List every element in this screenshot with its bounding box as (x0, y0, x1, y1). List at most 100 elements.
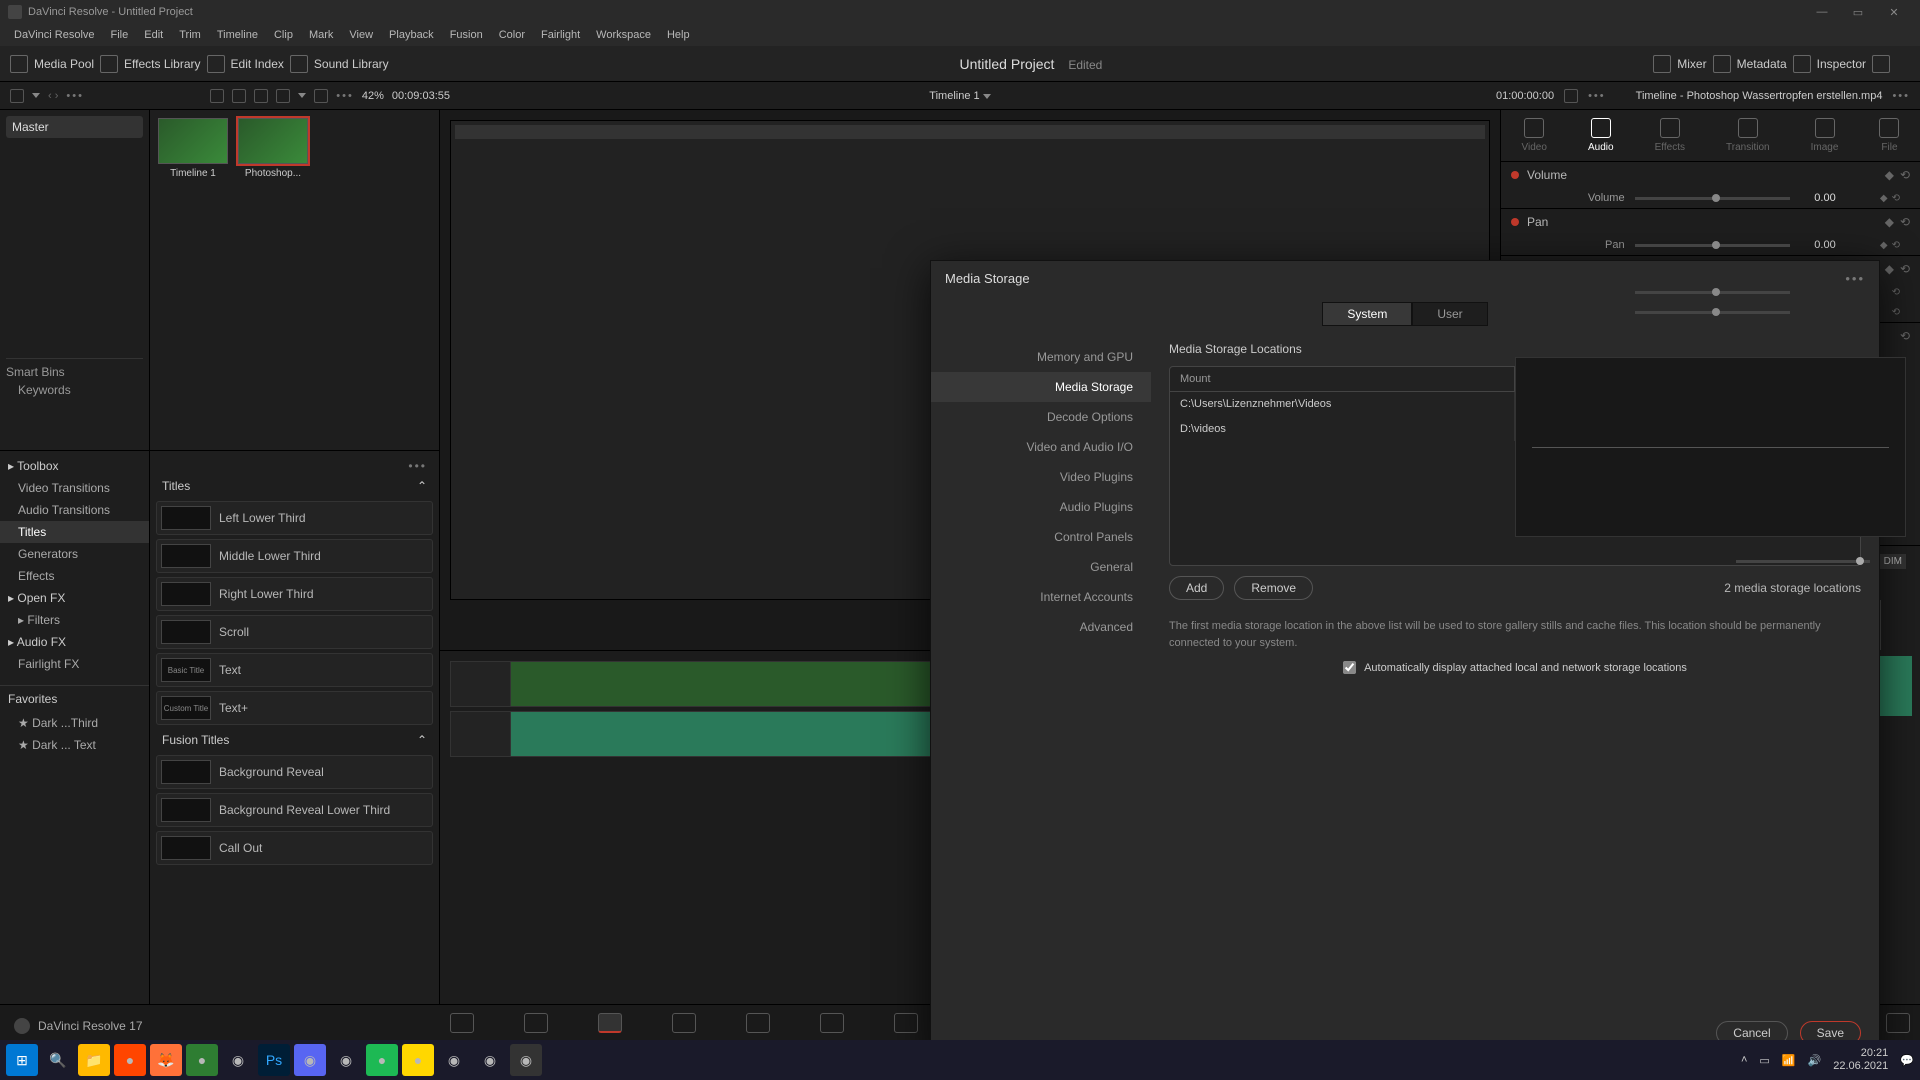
tab-user[interactable]: User (1412, 302, 1487, 326)
fusion-bg-reveal-lower[interactable]: Background Reveal Lower Third (156, 793, 433, 827)
clip-photoshop[interactable]: Photoshop... (238, 118, 308, 179)
cat-video-transitions[interactable]: Video Transitions (0, 477, 149, 499)
titles-section-head[interactable]: Titles⌃ (156, 475, 433, 497)
title-scroll[interactable]: Scroll (156, 615, 433, 649)
reset-icon[interactable]: ⟲ (1892, 307, 1900, 318)
title-text-plus[interactable]: Custom TitleText+ (156, 691, 433, 725)
inspector-toggle[interactable]: Inspector (1793, 55, 1866, 73)
page-deliver[interactable] (894, 1013, 918, 1033)
semitones-slider[interactable] (1635, 291, 1790, 294)
tray-volume-icon[interactable]: 🔊 (1808, 1054, 1822, 1067)
smart-bin-keywords[interactable]: Keywords (6, 379, 143, 401)
insp-tab-transition[interactable]: Transition (1726, 118, 1770, 153)
metadata-toggle[interactable]: Metadata (1713, 55, 1787, 73)
timeline-name[interactable]: Timeline 1 (929, 90, 979, 102)
taskbar-explorer[interactable]: 📁 (78, 1044, 110, 1076)
fx-more-icon[interactable]: ••• (408, 459, 427, 473)
fav-1[interactable]: ★ Dark ...Third (0, 712, 149, 734)
pan-slider[interactable] (1635, 244, 1790, 247)
taskbar-search[interactable]: 🔍 (42, 1044, 74, 1076)
reset-icon[interactable]: ⟲ (1900, 215, 1910, 229)
menu-color[interactable]: Color (491, 29, 533, 41)
page-media[interactable] (450, 1013, 474, 1033)
effects-library-toggle[interactable]: Effects Library (100, 55, 200, 73)
kf-icon[interactable]: ◆ (1880, 240, 1888, 251)
cat-toolbox[interactable]: ▸ Toolbox (0, 455, 149, 477)
fusion-call-out[interactable]: Call Out (156, 831, 433, 865)
insp-tab-image[interactable]: Image (1811, 118, 1839, 153)
keyframe-icon[interactable]: ◆ (1885, 262, 1894, 276)
side-video-plugins[interactable]: Video Plugins (931, 462, 1151, 492)
taskbar-discord[interactable]: ◉ (294, 1044, 326, 1076)
page-fusion[interactable] (672, 1013, 696, 1033)
taskbar-firefox[interactable]: 🦊 (150, 1044, 182, 1076)
menu-fairlight[interactable]: Fairlight (533, 29, 588, 41)
cat-filters[interactable]: ▸ Filters (0, 609, 149, 631)
taskbar-steam[interactable]: ◉ (330, 1044, 362, 1076)
side-control-panels[interactable]: Control Panels (931, 522, 1151, 552)
chevron-down-icon[interactable] (32, 93, 40, 98)
tray-chevron-icon[interactable]: ˄ (1741, 1054, 1747, 1066)
menu-file[interactable]: File (103, 29, 137, 41)
master-volume-slider[interactable] (1736, 560, 1870, 563)
edit-index-toggle[interactable]: Edit Index (207, 55, 284, 73)
search-icon[interactable] (276, 89, 290, 103)
taskbar-app4[interactable]: ● (402, 1044, 434, 1076)
close-button[interactable]: ✕ (1876, 6, 1912, 19)
dim-button[interactable]: DIM (1880, 554, 1906, 569)
auto-display-input[interactable] (1343, 661, 1356, 674)
keyframe-icon[interactable]: ◆ (1885, 168, 1894, 182)
side-media-storage[interactable]: Media Storage (931, 372, 1151, 402)
menu-fusion[interactable]: Fusion (442, 29, 491, 41)
add-button[interactable]: Add (1169, 576, 1224, 600)
side-memory-gpu[interactable]: Memory and GPU (931, 342, 1151, 372)
cat-audiofx[interactable]: ▸ Audio FX (0, 631, 149, 653)
side-audio-plugins[interactable]: Audio Plugins (931, 492, 1151, 522)
eq-graph[interactable] (1515, 357, 1906, 537)
cents-slider[interactable] (1635, 311, 1790, 314)
side-decode-options[interactable]: Decode Options (931, 402, 1151, 432)
expand-icon[interactable] (1872, 55, 1890, 73)
clip-timeline1[interactable]: Timeline 1 (158, 118, 228, 179)
insp-tab-effects[interactable]: Effects (1655, 118, 1685, 153)
insp-tab-audio[interactable]: Audio (1588, 118, 1614, 153)
keyframe-icon[interactable]: ◆ (1885, 215, 1894, 229)
thumb-view-icon[interactable] (210, 89, 224, 103)
cat-titles[interactable]: Titles (0, 521, 149, 543)
taskbar-app5[interactable]: ◉ (438, 1044, 470, 1076)
enable-dot[interactable] (1511, 218, 1519, 226)
timeline-chevron-icon[interactable] (983, 94, 991, 99)
reset-icon[interactable]: ⟲ (1892, 240, 1900, 251)
tray-notifications-icon[interactable]: 💬 (1900, 1054, 1914, 1067)
fusion-titles-head[interactable]: Fusion Titles⌃ (156, 729, 433, 751)
cat-audio-transitions[interactable]: Audio Transitions (0, 499, 149, 521)
modal-more-icon[interactable]: ••• (1845, 271, 1865, 286)
menu-clip[interactable]: Clip (266, 29, 301, 41)
mixer-toggle[interactable]: Mixer (1653, 55, 1706, 73)
volume-slider[interactable] (1635, 197, 1790, 200)
viewer-more-icon[interactable]: ••• (1588, 90, 1606, 102)
side-advanced[interactable]: Advanced (931, 612, 1151, 642)
side-general[interactable]: General (931, 552, 1151, 582)
reset-icon[interactable]: ⟲ (1892, 193, 1900, 204)
menu-mark[interactable]: Mark (301, 29, 341, 41)
side-video-audio-io[interactable]: Video and Audio I/O (931, 432, 1151, 462)
cat-generators[interactable]: Generators (0, 543, 149, 565)
menu-playback[interactable]: Playback (381, 29, 442, 41)
page-cut[interactable] (524, 1013, 548, 1033)
start-button[interactable]: ⊞ (6, 1044, 38, 1076)
insp-tab-file[interactable]: File (1879, 118, 1899, 153)
grid-view-icon[interactable] (232, 89, 246, 103)
title-left-lower-third[interactable]: Left Lower Third (156, 501, 433, 535)
pool-more-icon[interactable]: ••• (336, 90, 354, 102)
reset-icon[interactable]: ⟲ (1900, 329, 1910, 343)
auto-display-checkbox[interactable]: Automatically display attached local and… (1169, 661, 1861, 674)
taskbar-chrome[interactable]: ◉ (222, 1044, 254, 1076)
fav-2[interactable]: ★ Dark ... Text (0, 734, 149, 756)
side-internet-accounts[interactable]: Internet Accounts (931, 582, 1151, 612)
menu-help[interactable]: Help (659, 29, 698, 41)
pan-value[interactable]: 0.00 (1800, 239, 1850, 251)
taskbar-app2[interactable]: ● (186, 1044, 218, 1076)
volume-value[interactable]: 0.00 (1800, 192, 1850, 204)
enable-dot[interactable] (1511, 171, 1519, 179)
